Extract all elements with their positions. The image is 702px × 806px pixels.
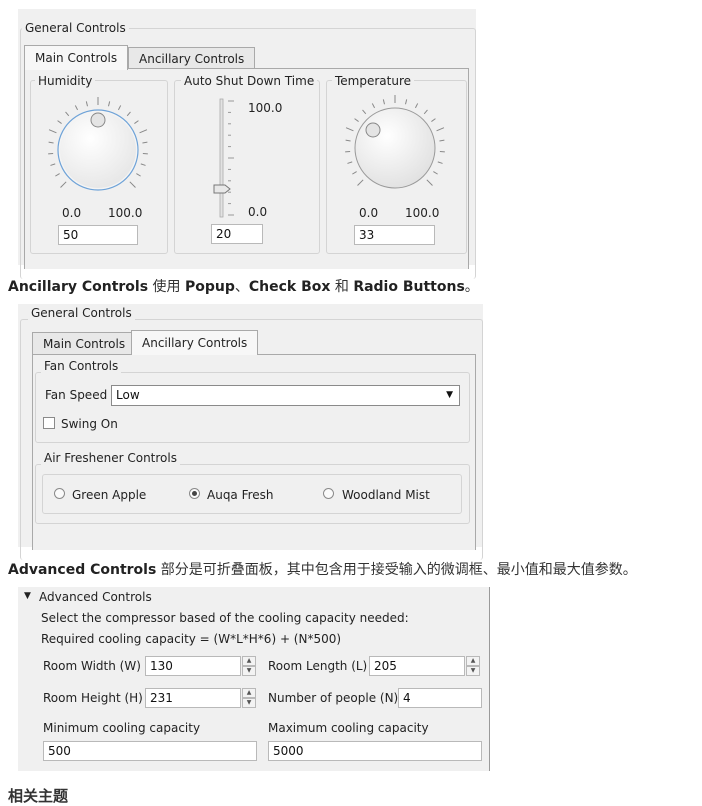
temperature-knob-marker [366, 123, 380, 137]
temperature-value-field[interactable]: 33 [354, 225, 435, 245]
advanced-controls-header[interactable]: Advanced Controls [39, 590, 152, 604]
chevron-up-icon[interactable]: ▲ [242, 656, 256, 666]
main-controls-screenshot: General Controls Main Controls Ancillary… [18, 9, 476, 265]
room-width-field[interactable]: 130 [145, 656, 241, 676]
radio-auqa-fresh[interactable] [189, 488, 200, 499]
people-field[interactable]: 4 [398, 688, 482, 708]
shutdown-max-label: 100.0 [248, 101, 282, 115]
radio-auqa-fresh-label: Auqa Fresh [207, 488, 274, 502]
ancillary-controls-screenshot: General Controls Main Controls Ancillary… [18, 304, 483, 547]
fan-speed-select[interactable]: Low ▼ [111, 385, 460, 406]
room-length-stepper[interactable]: ▲▼ [466, 656, 480, 676]
chevron-up-icon[interactable]: ▲ [242, 688, 256, 698]
room-height-label: Room Height (H) [43, 691, 143, 705]
room-width-label: Room Width (W) [43, 659, 141, 673]
general-controls-title: General Controls [22, 21, 129, 35]
humidity-title: Humidity [35, 74, 95, 88]
room-length-field[interactable]: 205 [369, 656, 465, 676]
temperature-title: Temperature [332, 74, 414, 88]
slider-thumb [214, 185, 230, 193]
radio-woodland-mist-label: Woodland Mist [342, 488, 430, 502]
fan-controls-title: Fan Controls [41, 359, 121, 373]
humidity-knob[interactable] [43, 95, 153, 205]
advanced-line-1: Select the compressor based of the cooli… [41, 611, 409, 625]
chevron-down-icon[interactable]: ▼ [466, 666, 480, 676]
max-capacity-label: Maximum cooling capacity [268, 721, 429, 735]
humidity-knob-marker [91, 113, 105, 127]
max-capacity-field[interactable]: 5000 [268, 741, 482, 761]
shutdown-value-field[interactable]: 20 [211, 224, 263, 244]
temperature-knob[interactable] [340, 93, 450, 203]
room-height-stepper[interactable]: ▲▼ [242, 688, 256, 708]
tab-main-controls-2[interactable]: Main Controls [32, 332, 136, 354]
caption-ancillary: Ancillary Controls 使用 Popup、Check Box 和 … [8, 276, 479, 296]
collapse-triangle-icon[interactable]: ▼ [24, 591, 31, 601]
fan-speed-label: Fan Speed [45, 388, 107, 402]
air-freshener-title: Air Freshener Controls [41, 451, 180, 465]
min-capacity-field[interactable]: 500 [43, 741, 257, 761]
shutdown-title: Auto Shut Down Time [181, 74, 317, 88]
swing-on-label: Swing On [61, 417, 118, 431]
caption-advanced: Advanced Controls 部分是可折叠面板，其中包含用于接受输入的微调… [8, 559, 637, 579]
people-label: Number of people (N) [268, 691, 398, 705]
shutdown-slider[interactable] [212, 97, 242, 219]
shutdown-min-label: 0.0 [248, 205, 267, 219]
temperature-max-label: 100.0 [405, 206, 439, 220]
tab-ancillary-controls[interactable]: Ancillary Controls [128, 47, 255, 69]
room-width-stepper[interactable]: ▲▼ [242, 656, 256, 676]
tab-main-controls[interactable]: Main Controls [24, 45, 128, 70]
general-controls-title-2: General Controls [28, 306, 135, 320]
humidity-value-field[interactable]: 50 [58, 225, 138, 245]
swing-on-checkbox[interactable] [43, 417, 55, 429]
advanced-controls-screenshot: ▼ Advanced Controls Select the compresso… [18, 587, 490, 771]
radio-green-apple-label: Green Apple [72, 488, 146, 502]
tab-ancillary-controls-2[interactable]: Ancillary Controls [131, 330, 258, 355]
radio-green-apple[interactable] [54, 488, 65, 499]
humidity-max-label: 100.0 [108, 206, 142, 220]
temperature-min-label: 0.0 [359, 206, 378, 220]
room-height-field[interactable]: 231 [145, 688, 241, 708]
chevron-up-icon[interactable]: ▲ [466, 656, 480, 666]
fan-speed-value: Low [116, 388, 140, 402]
min-capacity-label: Minimum cooling capacity [43, 721, 200, 735]
fan-controls-group [35, 372, 470, 443]
chevron-down-icon[interactable]: ▼ [242, 666, 256, 676]
humidity-min-label: 0.0 [62, 206, 81, 220]
radio-woodland-mist[interactable] [323, 488, 334, 499]
chevron-down-icon[interactable]: ▼ [242, 698, 256, 708]
chevron-down-icon: ▼ [446, 386, 453, 404]
room-length-label: Room Length (L) [268, 659, 367, 673]
advanced-line-2: Required cooling capacity = (W*L*H*6) + … [41, 632, 341, 646]
